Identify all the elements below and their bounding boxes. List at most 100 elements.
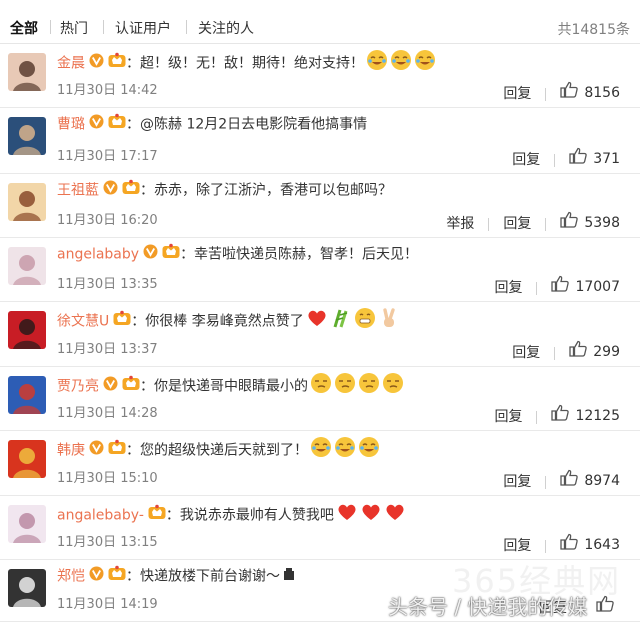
avatar[interactable] [8, 440, 46, 478]
vip-crown-icon[interactable] [108, 565, 126, 588]
bamboo-emoji-icon [330, 307, 352, 336]
avatar[interactable] [8, 569, 46, 607]
comment-text: ：幸苦啦快递员陈赫，智孝！后天见！ [180, 246, 419, 263]
vip-crown-icon[interactable] [162, 243, 180, 266]
crying-laugh-emoji-icon [334, 436, 356, 465]
comment-text: ：你很棒 李易峰竟然点赞了 [131, 313, 304, 330]
like-button[interactable]: 371 [569, 147, 620, 170]
username-link[interactable]: 金晨 [57, 56, 85, 72]
crying-laugh-emoji-icon [358, 436, 380, 465]
username-link[interactable]: 郑恺 [57, 569, 85, 585]
reply-button[interactable]: 回复 [503, 472, 531, 492]
tab-verified-users[interactable]: 认证用户 [115, 18, 171, 38]
reply-button[interactable]: 回复 [494, 278, 522, 298]
like-count: 12125 [575, 407, 620, 424]
comment-actions: 举报 回复 5398 [420, 211, 620, 234]
username-link[interactable]: 韩庚 [57, 443, 85, 459]
tab-divider [50, 20, 51, 34]
thumbs-up-icon [560, 533, 584, 556]
reply-button[interactable]: 回复 [503, 214, 531, 234]
comment-actions: 回复 8974 [477, 469, 620, 492]
comment-text: ：您的超级快递后天就到了！ [126, 442, 308, 459]
heart-emoji-icon [336, 501, 358, 530]
verified-v-icon[interactable] [103, 180, 118, 202]
vip-crown-icon[interactable] [113, 310, 131, 333]
tab-divider [186, 20, 187, 34]
comment-actions: 回复 17007 [468, 275, 620, 298]
comment-text: ：@陈赫 12月2日去电影院看他搞事情 [126, 116, 368, 133]
thumbs-up-icon [569, 147, 593, 170]
reply-button[interactable]: 回复 [494, 407, 522, 427]
comment-line: angalebaby- ：我说赤赤最帅有人赞我吧 [57, 501, 406, 524]
comment-line: angelababy ：幸苦啦快递员陈赫，智孝！后天见！ [57, 243, 418, 265]
comment-line: 曹璐 ：@陈赫 12月2日去电影院看他搞事情 [57, 113, 367, 135]
comment-line: 王祖藍 ：赤赤，除了江浙沪，香港可以包邮吗？ [57, 179, 392, 201]
username-link[interactable]: 曹璐 [57, 117, 85, 133]
reply-button[interactable]: 回复 [503, 536, 531, 556]
tab-all[interactable]: 全部 [10, 18, 38, 38]
like-button[interactable]: 1643 [560, 533, 620, 556]
like-count: 8156 [584, 84, 620, 101]
like-button[interactable]: 8974 [560, 469, 620, 492]
like-button[interactable]: 17007 [551, 275, 620, 298]
crying-laugh-emoji-icon [390, 49, 412, 78]
comment-line: 郑恺 ：快递放楼下前台谢谢～ [57, 565, 296, 587]
like-count: 371 [593, 150, 620, 167]
comment-item: 曹璐 ：@陈赫 12月2日去电影院看他搞事情 11月30日 17:17 回复 371 [0, 108, 640, 174]
verified-v-icon[interactable] [89, 566, 104, 588]
comment-line: 韩庚 ：您的超级快递后天就到了！ [57, 436, 380, 459]
reply-button[interactable]: 回复 [512, 150, 540, 170]
verified-v-icon[interactable] [143, 244, 158, 266]
reply-button[interactable]: 回复 [512, 343, 540, 363]
avatar[interactable] [8, 117, 46, 155]
tab-hot[interactable]: 热门 [60, 18, 88, 38]
avatar[interactable] [8, 505, 46, 543]
comment-text: ：我说赤赤最帅有人赞我吧 [165, 507, 334, 524]
username-link[interactable]: 徐文慧U [57, 314, 109, 330]
like-count: 299 [593, 343, 620, 360]
crying-laugh-emoji-icon [366, 49, 388, 78]
vip-crown-icon[interactable] [108, 113, 126, 136]
action-divider [545, 87, 547, 101]
like-button[interactable]: 12125 [551, 404, 620, 427]
comment-text: ：赤赤，除了江浙沪，香港可以包邮吗？ [140, 182, 392, 199]
comment-actions: 回复 1643 [477, 533, 620, 556]
like-button[interactable]: 299 [569, 340, 620, 363]
comment-line: 贾乃亮 ：你是快递哥中眼睛最小的 [57, 372, 404, 395]
username-link[interactable]: 贾乃亮 [57, 379, 99, 395]
verified-v-icon[interactable] [89, 53, 104, 75]
comment-item: angelababy ：幸苦啦快递员陈赫，智孝！后天见！ 11月30日 13:35 回… [0, 238, 640, 302]
verified-v-icon[interactable] [89, 440, 104, 462]
vip-crown-icon[interactable] [108, 52, 126, 75]
reply-button[interactable]: 回复 [503, 84, 531, 104]
tab-following[interactable]: 关注的人 [198, 18, 254, 38]
avatar[interactable] [8, 311, 46, 349]
like-button[interactable]: 5398 [560, 211, 620, 234]
comment-line: 金晨 ：超！级！无！敌！期待！绝对支持！ [57, 49, 436, 72]
vip-crown-icon[interactable] [122, 179, 140, 202]
comment-item: 金晨 ：超！级！无！敌！期待！绝对支持！ 11月30日 14:42 回复 8156 [0, 44, 640, 108]
verified-v-icon[interactable] [89, 114, 104, 136]
source-watermark: 头条号 / 快递我的传媒 [388, 595, 588, 619]
username-link[interactable]: angalebaby- [57, 508, 144, 524]
comment-timestamp: 11月30日 14:28 [57, 406, 158, 421]
like-button[interactable]: 8156 [560, 81, 620, 104]
avatar[interactable] [8, 53, 46, 91]
avatar[interactable] [8, 183, 46, 221]
verified-v-icon[interactable] [103, 376, 118, 398]
username-link[interactable]: 王祖藍 [57, 183, 99, 199]
vip-crown-icon[interactable] [108, 439, 126, 462]
thumbs-up-icon [569, 340, 593, 363]
action-divider [545, 539, 547, 553]
avatar[interactable] [8, 247, 46, 285]
avatar[interactable] [8, 376, 46, 414]
smug-emoji-icon [358, 372, 380, 401]
smug-emoji-icon [310, 372, 332, 401]
comment-timestamp: 11月30日 13:15 [57, 535, 158, 550]
vip-crown-icon[interactable] [122, 375, 140, 398]
username-link[interactable]: angelababy [57, 247, 139, 263]
vip-crown-icon[interactable] [148, 504, 166, 527]
report-button[interactable]: 举报 [446, 214, 474, 234]
comment-timestamp: 11月30日 14:42 [57, 83, 158, 98]
thumbs-up-icon [560, 469, 584, 492]
